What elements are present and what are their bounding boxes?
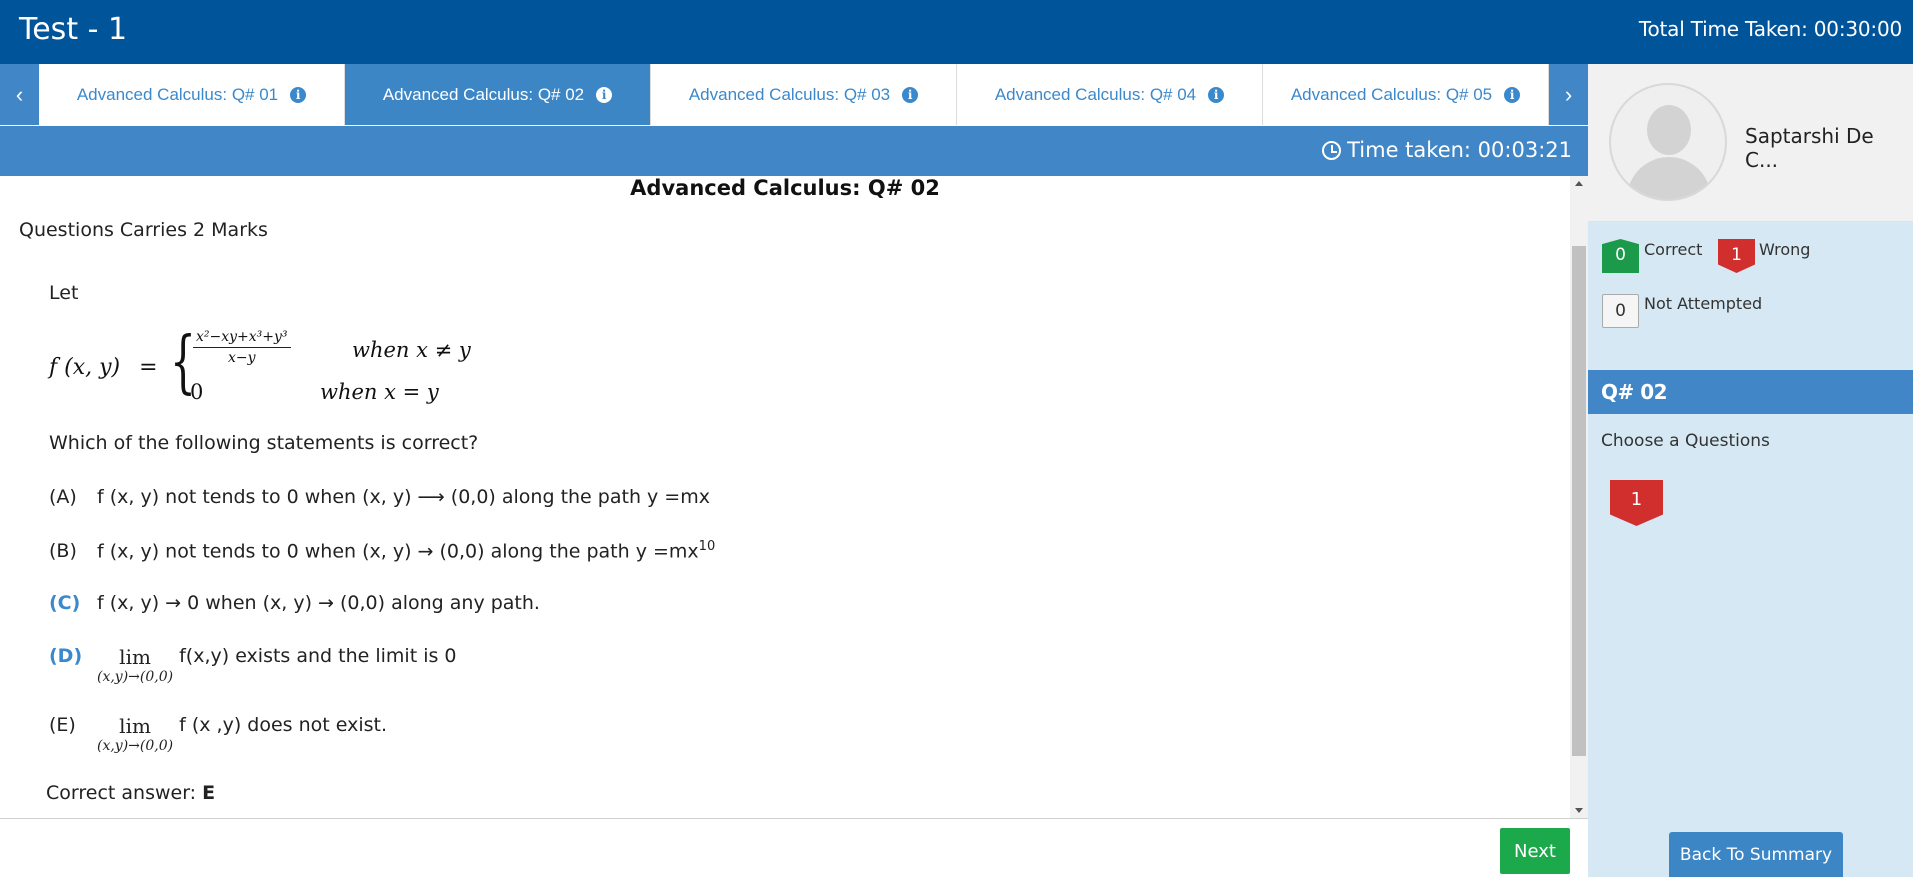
question-time-taken: Time taken: 00:03:21	[1322, 138, 1572, 162]
option-label: (E)	[49, 714, 76, 736]
limit-top: lim	[119, 645, 151, 669]
option-d: (D) lim (x,y)→(0,0) f(x,y) exists and the l…	[49, 645, 457, 685]
question-badge-1[interactable]: 1	[1610, 480, 1663, 526]
limit-expression: lim (x,y)→(0,0)	[97, 645, 173, 685]
case1-condition: when x ≠ y	[352, 338, 471, 362]
wrong-label: Wrong	[1759, 240, 1811, 259]
scroll-down-arrow-icon[interactable]	[1575, 808, 1583, 813]
question-time-bar: Time taken: 00:03:21	[0, 126, 1588, 176]
user-name: Saptarshi De C...	[1745, 124, 1874, 172]
tab-label: Advanced Calculus: Q# 05	[1290, 84, 1493, 104]
time-taken-text: Time taken: 00:03:21	[1347, 138, 1572, 162]
case1-fraction: x²−xy+x³+y³ x−y	[193, 329, 291, 366]
correct-answer-value: E	[202, 782, 216, 804]
scrollbar-thumb[interactable]	[1572, 246, 1586, 756]
function-lhs: f (x, y)	[49, 355, 121, 380]
question-footer: Next	[0, 818, 1588, 877]
limit-bottom: (x,y)→(0,0)	[97, 669, 174, 685]
info-icon[interactable]: i	[1208, 86, 1225, 103]
correct-answer-label: Correct answer:	[46, 782, 197, 804]
option-c: (C) f (x, y) → 0 when (x, y) → (0,0) alon…	[49, 592, 540, 614]
tab-label: Advanced Calculus: Q# 02	[382, 84, 585, 104]
case1-numerator: x²−xy+x³+y³	[193, 329, 291, 348]
user-profile: Saptarshi De C...	[1588, 64, 1913, 222]
limit-top: lim	[119, 714, 151, 738]
tab-question-04[interactable]: Advanced Calculus: Q# 04 i	[957, 64, 1263, 125]
limit-bottom: (x,y)→(0,0)	[97, 738, 174, 754]
avatar	[1609, 83, 1727, 201]
test-title: Test - 1	[19, 12, 128, 47]
option-a: (A) f (x, y) not tends to 0 when (x, y) ⟶…	[49, 486, 710, 508]
option-text: f (x, y) not tends to 0 when (x, y) → (0…	[97, 540, 699, 563]
option-label: (B)	[49, 540, 77, 563]
question-heading: Advanced Calculus: Q# 02	[630, 176, 940, 200]
option-label: (A)	[49, 486, 77, 508]
info-icon[interactable]: i	[596, 86, 613, 103]
option-label: (C)	[49, 592, 81, 614]
tab-question-05[interactable]: Advanced Calculus: Q# 05 i	[1263, 64, 1549, 125]
avatar-head-icon	[1647, 105, 1691, 155]
chevron-left-icon: ‹	[15, 81, 24, 107]
option-text: f (x, y) not tends to 0 when (x, y) ⟶ (0…	[97, 486, 710, 508]
total-time-taken: Total Time Taken: 00:30:00	[1638, 17, 1902, 41]
tab-label: Advanced Calculus: Q# 04	[994, 84, 1197, 104]
tab-label: Advanced Calculus: Q# 01	[76, 84, 279, 104]
case2-condition: when x = y	[320, 380, 439, 404]
scroll-up-arrow-icon[interactable]	[1575, 181, 1583, 186]
not-attempted-count-badge: 0	[1602, 294, 1639, 328]
option-e: (E) lim (x,y)→(0,0) f (x ,y) does not exist…	[49, 714, 387, 754]
current-question-bar: Q# 02	[1588, 370, 1913, 414]
avatar-body-icon	[1627, 157, 1711, 199]
info-icon[interactable]: i	[902, 86, 919, 103]
tab-label: Advanced Calculus: Q# 03	[688, 84, 891, 104]
option-text: f (x ,y) does not exist.	[179, 714, 388, 736]
question-prompt: Which of the following statements is cor…	[49, 432, 479, 454]
limit-expression: lim (x,y)→(0,0)	[97, 714, 173, 754]
chevron-right-icon: ›	[1564, 81, 1573, 107]
back-to-summary-button[interactable]: Back To Summary	[1669, 832, 1843, 877]
option-text: f(x,y) exists and the limit is 0	[179, 645, 457, 667]
option-superscript: 10	[698, 539, 716, 554]
case1-denominator: x−y	[228, 350, 256, 366]
equals-sign: =	[139, 355, 158, 380]
next-button[interactable]: Next	[1500, 828, 1570, 874]
correct-count-badge: 0	[1602, 239, 1639, 273]
question-scrollbar[interactable]	[1570, 176, 1588, 818]
wrong-count-badge: 1	[1718, 239, 1755, 273]
not-attempted-label: Not Attempted	[1644, 294, 1763, 313]
tab-scroll-right-button[interactable]: ›	[1549, 64, 1588, 125]
question-tabbar: ‹ Advanced Calculus: Q# 01 i Advanced Ca…	[0, 64, 1588, 125]
right-sidebar: Saptarshi De C... 0 Correct 1 Wrong 0 No…	[1588, 64, 1913, 877]
info-icon[interactable]: i	[290, 86, 307, 103]
function-definition: f (x, y) =	[49, 355, 158, 380]
correct-answer: Correct answer: E	[46, 782, 215, 804]
correct-label: Correct	[1644, 240, 1703, 259]
app-header: Test - 1 Total Time Taken: 00:30:00	[0, 0, 1913, 64]
option-label: (D)	[49, 645, 83, 667]
info-icon[interactable]: i	[1504, 86, 1521, 103]
clock-icon	[1322, 140, 1342, 160]
question-let: Let	[49, 282, 79, 304]
tab-question-01[interactable]: Advanced Calculus: Q# 01 i	[39, 64, 345, 125]
question-content: Advanced Calculus: Q# 02 Questions Carri…	[0, 176, 1570, 818]
question-marks: Questions Carries 2 Marks	[19, 219, 268, 241]
case2-value: 0	[190, 380, 204, 404]
option-text: f (x, y) → 0 when (x, y) → (0,0) along a…	[97, 592, 540, 614]
tab-scroll-left-button[interactable]: ‹	[0, 64, 39, 125]
choose-question-label: Choose a Questions	[1601, 431, 1770, 451]
option-b: (B) f (x, y) not tends to 0 when (x, y) →…	[49, 539, 715, 562]
tab-question-03[interactable]: Advanced Calculus: Q# 03 i	[651, 64, 957, 125]
tab-question-02[interactable]: Advanced Calculus: Q# 02 i	[345, 64, 651, 125]
